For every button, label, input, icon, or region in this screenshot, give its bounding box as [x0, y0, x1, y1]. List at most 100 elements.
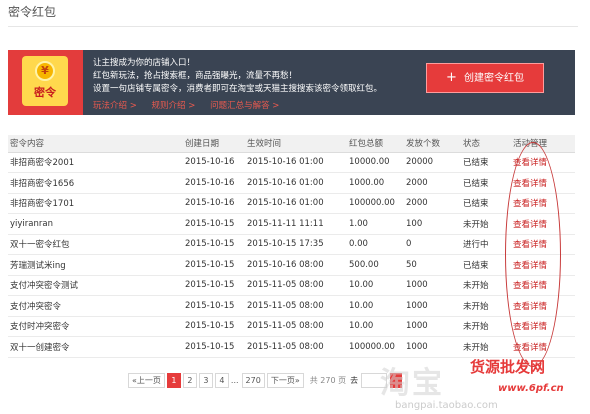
effective-time-cell: 2015-10-16 08:00 — [245, 254, 347, 276]
created-date-cell: 2015-10-16 — [183, 152, 245, 173]
page-button-4[interactable]: 4 — [214, 372, 229, 388]
code-cell: 非招商密令1656 — [8, 172, 183, 194]
column-header: 状态 — [461, 135, 511, 153]
plus-icon: + — [445, 70, 457, 85]
status-cell: 已结束 — [461, 152, 511, 173]
total-amount-cell: 1000.00 — [347, 172, 404, 194]
total-pages-label: 共 270 页 — [309, 375, 347, 385]
table-row: 非招商密令1656 2015-10-16 2015-10-16 01:00 1000.… — [8, 172, 575, 194]
page-button-2[interactable]: 2 — [182, 372, 197, 388]
code-cell: 非招商密令2001 — [8, 152, 183, 173]
effective-time-cell: 2015-11-11 11:11 — [245, 213, 347, 235]
envelope-label: 密令 — [34, 86, 56, 99]
total-amount-cell: 0.00 — [347, 234, 404, 255]
create-secret-red-envelope-button[interactable]: + 创建密令红包 — [426, 63, 544, 93]
column-header: 生效时间 — [245, 135, 347, 153]
red-envelope-icon: ¥ 密令 — [22, 56, 68, 106]
effective-time-cell: 2015-10-16 01:00 — [245, 152, 347, 173]
status-cell: 未开始 — [461, 275, 511, 296]
total-amount-cell: 10.00 — [347, 275, 404, 296]
total-amount-cell: 100000.00 — [347, 193, 404, 214]
coin-icon: ¥ — [35, 61, 55, 81]
total-amount-cell: 1.00 — [347, 213, 404, 235]
status-cell: 进行中 — [461, 234, 511, 255]
created-date-cell: 2015-10-15 — [183, 316, 245, 337]
created-date-cell: 2015-10-15 — [183, 234, 245, 255]
count-cell: 0 — [404, 234, 461, 255]
status-cell: 未开始 — [461, 213, 511, 235]
created-date-cell: 2015-10-15 — [183, 275, 245, 296]
effective-time-cell: 2015-10-15 17:35 — [245, 234, 347, 255]
pagination: «上一页 1 2 3 4 ... 270 下一页» 共 270 页 去 — [128, 372, 403, 388]
status-cell: 未开始 — [461, 316, 511, 337]
next-page-button[interactable]: 下一页» — [266, 372, 304, 388]
code-cell: 支付冲突密令测试 — [8, 275, 183, 296]
watermark-taobao: 淘宝 — [380, 366, 444, 401]
table-row: 双十一密令红包 2015-10-15 2015-10-15 17:35 0.00 0 进行… — [8, 234, 575, 255]
count-cell: 1000 — [404, 316, 461, 337]
created-date-cell: 2015-10-16 — [183, 193, 245, 214]
goto-label: 去 — [350, 375, 359, 385]
table-row: yiyiranran 2015-10-15 2015-11-11 11:11 1.00… — [8, 213, 575, 235]
watermark-url-secondary: bangpai.taobao.com — [395, 400, 498, 411]
created-date-cell: 2015-10-15 — [183, 336, 245, 358]
created-date-cell: 2015-10-15 — [183, 295, 245, 317]
banner-line: 红包新玩法，抢占搜索框，商品强曝光，流量不再愁！ — [93, 71, 298, 81]
status-cell: 未开始 — [461, 295, 511, 317]
secret-code-table: 密令内容 创建日期 生效时间 红包总额 发放个数 状态 活动管理 非招商密令20… — [8, 135, 575, 358]
code-cell: 非招商密令1701 — [8, 193, 183, 214]
banner-description: 让主搜成为你的店铺入口！ 红包新玩法，抢占搜索框，商品强曝光，流量不再愁！ 设置… — [93, 57, 382, 96]
count-cell: 2000 — [404, 172, 461, 194]
code-cell: 双十一创建密令 — [8, 336, 183, 358]
last-page-button[interactable]: 270 — [241, 372, 265, 388]
total-amount-cell: 10000.00 — [347, 152, 404, 173]
banner-line: 让主搜成为你的店铺入口！ — [93, 58, 196, 68]
column-header: 发放个数 — [404, 135, 461, 153]
banner-icon-panel: ¥ 密令 — [8, 50, 83, 115]
count-cell: 100 — [404, 213, 461, 235]
table-row: 支付冲突密令 2015-10-15 2015-11-05 08:00 10.00 100… — [8, 295, 575, 317]
table-row: 芳瑞测试米ing 2015-10-15 2015-10-16 08:00 500.00… — [8, 254, 575, 276]
banner-links: 玩法介绍 > 规则介绍 > 问题汇总与解答 > — [93, 99, 291, 111]
rules-intro-link[interactable]: 规则介绍 > — [152, 101, 196, 111]
table-header-row: 密令内容 创建日期 生效时间 红包总额 发放个数 状态 活动管理 — [8, 135, 575, 153]
table-row: 非招商密令1701 2015-10-16 2015-10-16 01:00 10000… — [8, 193, 575, 214]
gameplay-intro-link[interactable]: 玩法介绍 > — [93, 101, 137, 111]
status-cell: 已结束 — [461, 172, 511, 194]
count-cell: 2000 — [404, 193, 461, 214]
code-cell: 支付冲突密令 — [8, 295, 183, 317]
status-cell: 已结束 — [461, 254, 511, 276]
code-cell: 双十一密令红包 — [8, 234, 183, 255]
effective-time-cell: 2015-11-05 08:00 — [245, 336, 347, 358]
page-title: 密令红包 — [8, 5, 57, 19]
faq-link[interactable]: 问题汇总与解答 > — [210, 101, 279, 111]
watermark-logo: 货源批发网 — [470, 358, 546, 376]
count-cell: 1000 — [404, 275, 461, 296]
pagination-ellipsis: ... — [230, 375, 239, 385]
status-cell: 未开始 — [461, 336, 511, 358]
column-header: 红包总额 — [347, 135, 404, 153]
total-amount-cell: 100000.00 — [347, 336, 404, 358]
count-cell: 1000 — [404, 295, 461, 317]
page-button-1[interactable]: 1 — [166, 372, 181, 388]
status-cell: 已结束 — [461, 193, 511, 214]
promo-banner: ¥ 密令 让主搜成为你的店铺入口！ 红包新玩法，抢占搜索框，商品强曝光，流量不再… — [8, 50, 575, 115]
column-header: 密令内容 — [8, 135, 183, 153]
effective-time-cell: 2015-10-16 01:00 — [245, 172, 347, 194]
code-cell: yiyiranran — [8, 213, 183, 235]
created-date-cell: 2015-10-15 — [183, 213, 245, 235]
table-row: 非招商密令2001 2015-10-16 2015-10-16 01:00 10000… — [8, 152, 575, 173]
total-amount-cell: 10.00 — [347, 295, 404, 317]
effective-time-cell: 2015-11-05 08:00 — [245, 295, 347, 317]
highlight-annotation-oval — [505, 142, 561, 367]
count-cell: 20000 — [404, 152, 461, 173]
total-amount-cell: 500.00 — [347, 254, 404, 276]
prev-page-button[interactable]: «上一页 — [128, 372, 165, 388]
count-cell: 1000 — [404, 336, 461, 358]
page-button-3[interactable]: 3 — [198, 372, 213, 388]
banner-line: 设置一句店铺专属密令，消费者即可在淘宝或天猫主搜搜索该密令领取红包。 — [93, 84, 383, 94]
table-row: 双十一创建密令 2015-10-15 2015-11-05 08:00 100000.… — [8, 336, 575, 358]
title-divider — [8, 26, 578, 27]
effective-time-cell: 2015-11-05 08:00 — [245, 275, 347, 296]
created-date-cell: 2015-10-15 — [183, 254, 245, 276]
